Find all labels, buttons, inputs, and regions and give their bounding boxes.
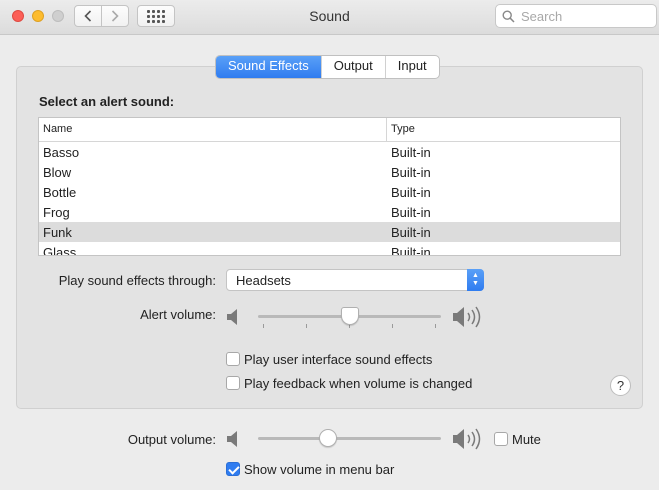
feedback-checkbox[interactable] — [226, 376, 240, 390]
ui-sounds-checkbox[interactable] — [226, 352, 240, 366]
tab-input[interactable]: Input — [386, 56, 439, 78]
ui-sounds-label: Play user interface sound effects — [244, 352, 433, 367]
feedback-label: Play feedback when volume is changed — [244, 376, 473, 391]
table-row[interactable]: Glass Built-in — [39, 242, 620, 256]
speaker-low-icon — [227, 431, 237, 447]
tab-output[interactable]: Output — [322, 56, 386, 78]
table-row[interactable]: Bottle Built-in — [39, 182, 620, 202]
tab-sound-effects[interactable]: Sound Effects — [216, 56, 322, 78]
search-icon — [502, 9, 515, 23]
output-volume-track — [258, 437, 441, 440]
table-row[interactable]: Blow Built-in — [39, 162, 620, 182]
speaker-high-icon — [453, 306, 481, 328]
output-device-value: Headsets — [236, 273, 291, 288]
row-name: Basso — [43, 144, 80, 160]
search-input[interactable] — [519, 7, 643, 25]
alert-sound-table[interactable]: Name Type Basso Built-in Blow Built-in B… — [38, 117, 621, 256]
output-volume-knob[interactable] — [319, 429, 337, 447]
row-type: Built-in — [391, 184, 431, 200]
show-volume-menu-bar-checkbox[interactable] — [226, 462, 240, 476]
alert-sound-heading: Select an alert sound: — [39, 94, 175, 109]
alert-volume-label: Alert volume: — [140, 307, 216, 322]
table-row-selected[interactable]: Funk Built-in — [39, 222, 620, 242]
alert-volume-knob[interactable] — [341, 307, 359, 325]
column-header-type[interactable]: Type — [387, 118, 415, 141]
speaker-low-icon — [227, 309, 237, 325]
column-header-name[interactable]: Name — [39, 118, 387, 141]
row-type: Built-in — [391, 244, 431, 256]
help-button[interactable]: ? — [610, 375, 631, 396]
output-device-popup[interactable]: Headsets ▲ ▼ — [226, 269, 484, 291]
row-name: Funk — [43, 224, 72, 240]
row-type: Built-in — [391, 224, 431, 240]
table-header: Name Type — [39, 118, 620, 142]
show-volume-menu-bar-label: Show volume in menu bar — [244, 462, 395, 477]
output-volume-label: Output volume: — [127, 432, 216, 447]
row-type: Built-in — [391, 164, 431, 180]
mute-label: Mute — [512, 432, 541, 447]
tab-bar: Sound Effects Output Input — [215, 55, 440, 79]
search-field[interactable] — [495, 4, 657, 28]
mute-checkbox[interactable] — [494, 432, 508, 446]
play-through-label: Play sound effects through: — [58, 273, 216, 288]
row-name: Blow — [43, 164, 72, 180]
row-name: Frog — [43, 204, 70, 220]
row-name: Bottle — [43, 184, 77, 200]
table-row[interactable]: Frog Built-in — [39, 202, 620, 222]
speaker-high-icon — [453, 428, 481, 450]
row-type: Built-in — [391, 204, 431, 220]
table-row[interactable]: Basso Built-in — [39, 142, 620, 162]
popup-arrows-icon: ▲ ▼ — [467, 269, 484, 291]
row-type: Built-in — [391, 144, 431, 160]
title-bar: Sound — [0, 0, 659, 35]
row-name: Glass — [43, 244, 77, 256]
